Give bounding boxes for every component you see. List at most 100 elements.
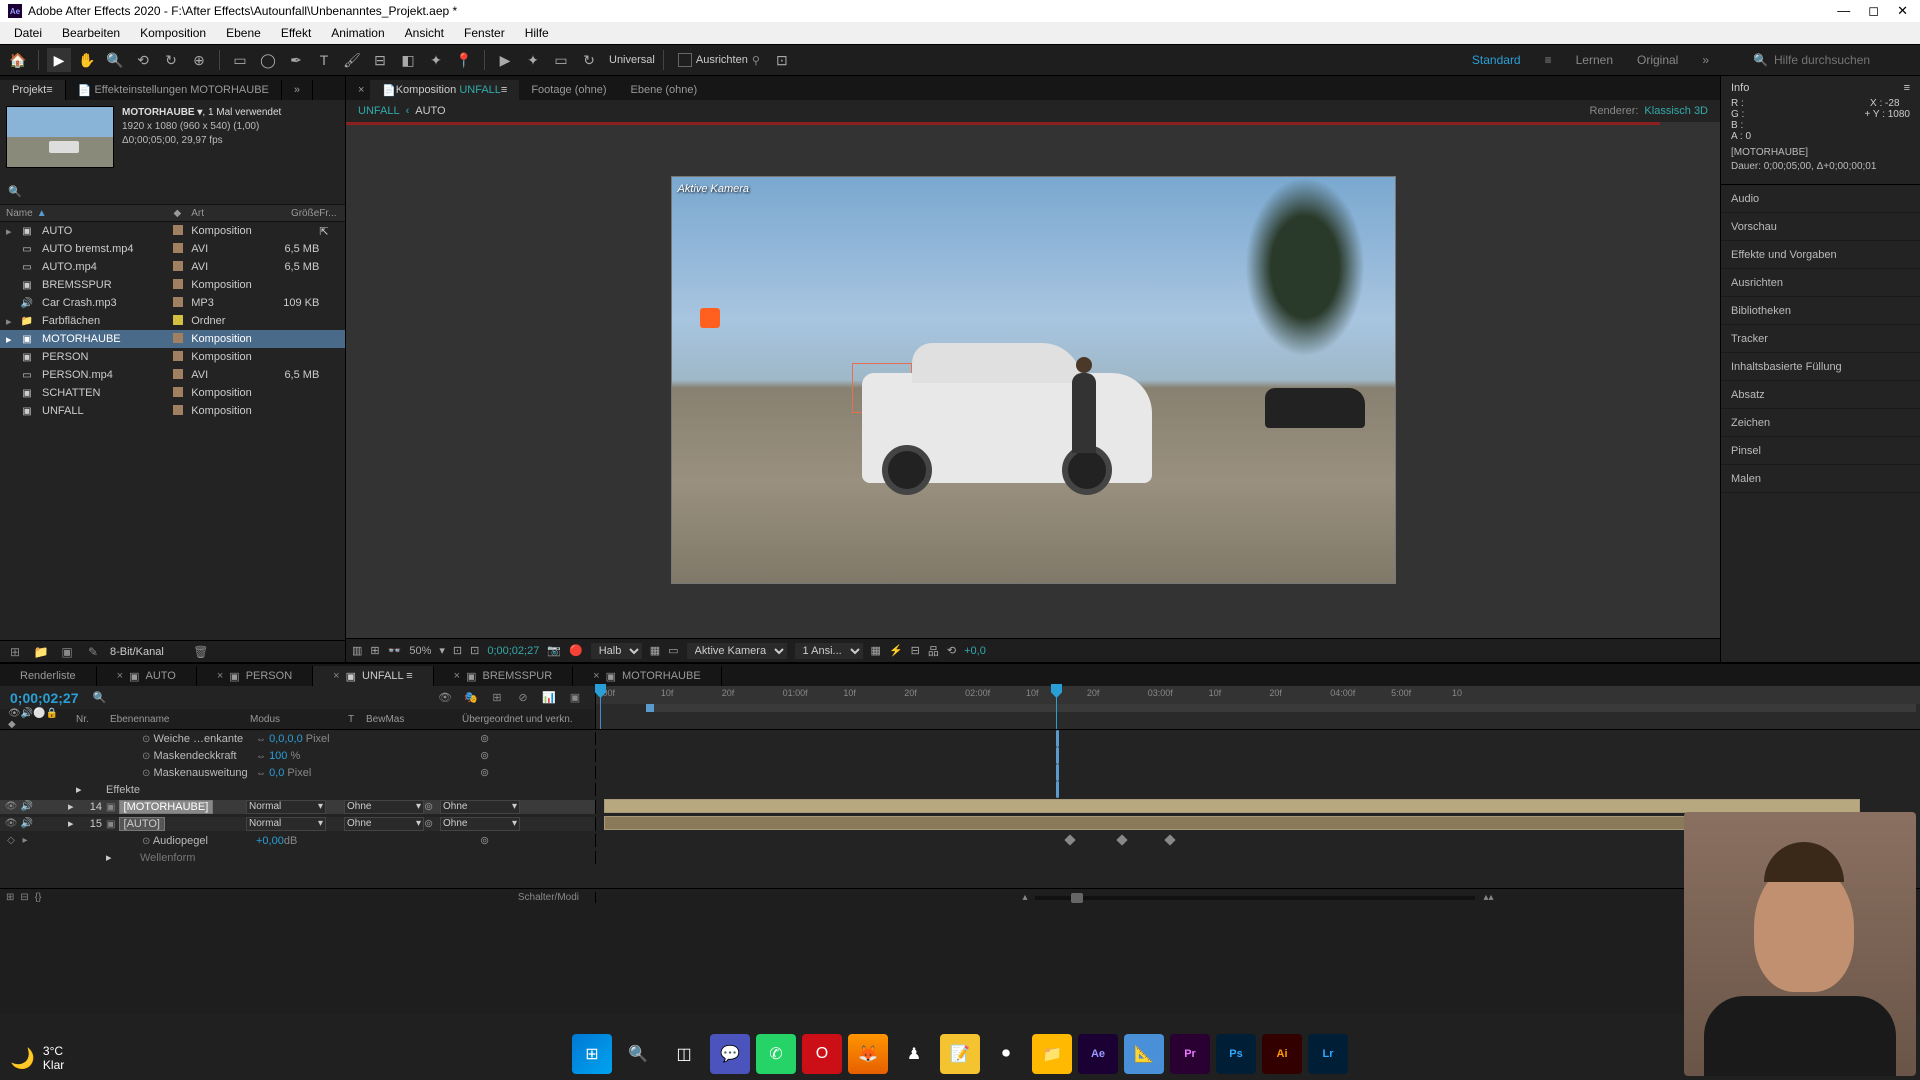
switch-mode-toggle[interactable]: Schalter/Modi: [518, 892, 579, 903]
ellipse-tool-icon[interactable]: ◯: [256, 48, 280, 72]
start-indicator[interactable]: [600, 686, 601, 729]
snapshot-icon[interactable]: 📷: [547, 644, 561, 657]
panel-header[interactable]: Bibliotheken: [1721, 297, 1920, 325]
fx-icon[interactable]: 🎭: [461, 689, 481, 707]
frame-blend-icon[interactable]: ⊞: [487, 689, 507, 707]
firefox-icon[interactable]: 🦊: [848, 1034, 888, 1074]
menu-ansicht[interactable]: Ansicht: [395, 26, 454, 40]
roto-tool-icon[interactable]: ✦: [424, 48, 448, 72]
timeline-icon[interactable]: ⊟: [911, 644, 920, 657]
whatsapp-icon[interactable]: ✆: [756, 1034, 796, 1074]
breadcrumb-auto[interactable]: AUTO: [415, 105, 445, 117]
timeline-search-icon[interactable]: 🔍: [93, 691, 107, 704]
shy-icon[interactable]: 👁: [435, 689, 455, 707]
toggle-switches-icon[interactable]: ⊞: [6, 892, 14, 903]
menu-effekt[interactable]: Effekt: [271, 26, 321, 40]
footage-tab[interactable]: Footage (ohne): [519, 80, 618, 100]
help-search-input[interactable]: [1774, 53, 1914, 67]
selection-tool-icon[interactable]: ▶: [47, 48, 71, 72]
toggle-graph-icon[interactable]: ⊟: [20, 892, 28, 903]
fast-preview-icon[interactable]: ⚡: [889, 644, 903, 657]
region-icon[interactable]: ⊡: [470, 644, 479, 657]
panel-header[interactable]: Zeichen: [1721, 409, 1920, 437]
brackets-icon[interactable]: {}: [35, 892, 42, 903]
renderer-value[interactable]: Klassisch 3D: [1644, 105, 1708, 117]
ae-taskbar-icon[interactable]: Ae: [1078, 1034, 1118, 1074]
timeline-tab[interactable]: × ▣ MOTORHAUBE: [573, 666, 721, 686]
asset-row[interactable]: ▸▣AUTO Komposition ⇱: [0, 222, 345, 240]
flowchart-icon[interactable]: 品: [928, 643, 939, 659]
stamp-tool-icon[interactable]: ⊟: [368, 48, 392, 72]
menu-komposition[interactable]: Komposition: [130, 26, 216, 40]
menu-hilfe[interactable]: Hilfe: [515, 26, 559, 40]
reset-exp-icon[interactable]: ⟲: [947, 644, 956, 657]
task-view-icon[interactable]: ◫: [664, 1034, 704, 1074]
orbit-tool-icon[interactable]: ⟲: [131, 48, 155, 72]
lr-taskbar-icon[interactable]: Lr: [1308, 1034, 1348, 1074]
ai-taskbar-icon[interactable]: Ai: [1262, 1034, 1302, 1074]
snap-options-icon[interactable]: ⊡: [770, 48, 794, 72]
composition-viewer[interactable]: Aktive Kamera: [346, 122, 1720, 638]
motion-blur-icon[interactable]: ⊘: [513, 689, 533, 707]
opera-icon[interactable]: O: [802, 1034, 842, 1074]
project-tab[interactable]: Projekt ≡: [0, 80, 66, 100]
menu-bearbeiten[interactable]: Bearbeiten: [52, 26, 130, 40]
layer-tab[interactable]: Ebene (ohne): [619, 80, 710, 100]
mag-icon[interactable]: ▥: [352, 644, 362, 657]
asset-row[interactable]: ▸▣MOTORHAUBE Komposition: [0, 330, 345, 348]
viewer-timecode[interactable]: 0;00;02;27: [487, 645, 539, 657]
hand-tool-icon[interactable]: ✋: [75, 48, 99, 72]
close-button[interactable]: ✕: [1897, 3, 1908, 19]
timeline-tab[interactable]: × ▣ BREMSSPUR: [434, 666, 574, 686]
pen-tool-icon[interactable]: ✒: [284, 48, 308, 72]
panel-header[interactable]: Absatz: [1721, 381, 1920, 409]
channels-icon[interactable]: 🔴: [569, 644, 583, 657]
rotate-tool-icon[interactable]: ↻: [159, 48, 183, 72]
menu-datei[interactable]: Datei: [4, 26, 52, 40]
comp-tab-active[interactable]: 📄 Komposition UNFALL ≡: [370, 80, 519, 100]
panel-menu-icon[interactable]: ≡: [1904, 82, 1910, 94]
timeline-layer-row[interactable]: 👁🔊 ▸ 14 ▣ [MOTORHAUBE] Normal ▾ Ohne ▾ ⊚…: [0, 798, 1920, 815]
menu-animation[interactable]: Animation: [321, 26, 394, 40]
panel-header[interactable]: Audio: [1721, 185, 1920, 213]
eraser-tool-icon[interactable]: ◧: [396, 48, 420, 72]
asset-row[interactable]: ▣UNFALL Komposition: [0, 402, 345, 420]
tabs-more-icon[interactable]: »: [282, 80, 313, 100]
workspace-more-icon[interactable]: »: [1702, 53, 1709, 67]
taskbar-search-icon[interactable]: 🔍: [618, 1034, 658, 1074]
breadcrumb-unfall[interactable]: UNFALL: [358, 105, 400, 117]
anchor-tool-icon[interactable]: ⊕: [187, 48, 211, 72]
view3d-icon[interactable]: ▭: [668, 644, 678, 657]
obs-icon[interactable]: ⏺: [986, 1034, 1026, 1074]
menu-fenster[interactable]: Fenster: [454, 26, 515, 40]
zoom-tool-icon[interactable]: 🔍: [103, 48, 127, 72]
panel-header[interactable]: Ausrichten: [1721, 269, 1920, 297]
app-icon[interactable]: ♟: [894, 1034, 934, 1074]
timeline-layer-row[interactable]: 👁🔊 ▸ 15 ▣ [AUTO] Normal ▾ Ohne ▾ ⊚ Ohne …: [0, 815, 1920, 832]
timeline-tab[interactable]: × ▣ PERSON: [197, 666, 313, 686]
weather-widget[interactable]: 🌙 3°CKlar: [10, 1044, 64, 1072]
rect-tool-icon[interactable]: ▭: [228, 48, 252, 72]
start-button[interactable]: ⊞: [572, 1034, 612, 1074]
workspace-standard[interactable]: Standard: [1472, 53, 1521, 67]
timeline-tab[interactable]: × ▣ AUTO: [97, 666, 197, 686]
puppet-tool-icon[interactable]: 📍: [452, 48, 476, 72]
views-dropdown[interactable]: 1 Ansi...: [795, 643, 863, 659]
time-ruler[interactable]: :00f10f20f01:00f10f20f02:00f10f20f03:00f…: [596, 686, 1920, 704]
settings-icon[interactable]: ✎: [84, 644, 102, 660]
timeline-tab[interactable]: × ▣ UNFALL ≡: [313, 666, 433, 686]
transparent-icon[interactable]: ▦: [650, 644, 660, 657]
minimize-button[interactable]: —: [1837, 3, 1850, 19]
new-folder-icon[interactable]: 📁: [32, 644, 50, 660]
panel-header[interactable]: Inhaltsbasierte Füllung: [1721, 353, 1920, 381]
timeline-tab[interactable]: Renderliste: [0, 666, 97, 686]
axis-view-icon[interactable]: ▭: [549, 48, 573, 72]
exposure-value[interactable]: +0,0: [964, 645, 986, 657]
asset-row[interactable]: ▣SCHATTEN Komposition: [0, 384, 345, 402]
camera-dropdown[interactable]: Aktive Kamera: [687, 643, 787, 659]
panel-header[interactable]: Effekte und Vorgaben: [1721, 241, 1920, 269]
text-tool-icon[interactable]: T: [312, 48, 336, 72]
panel-header[interactable]: Tracker: [1721, 325, 1920, 353]
draft3d-icon[interactable]: ▣: [565, 689, 585, 707]
panel-header[interactable]: Vorschau: [1721, 213, 1920, 241]
